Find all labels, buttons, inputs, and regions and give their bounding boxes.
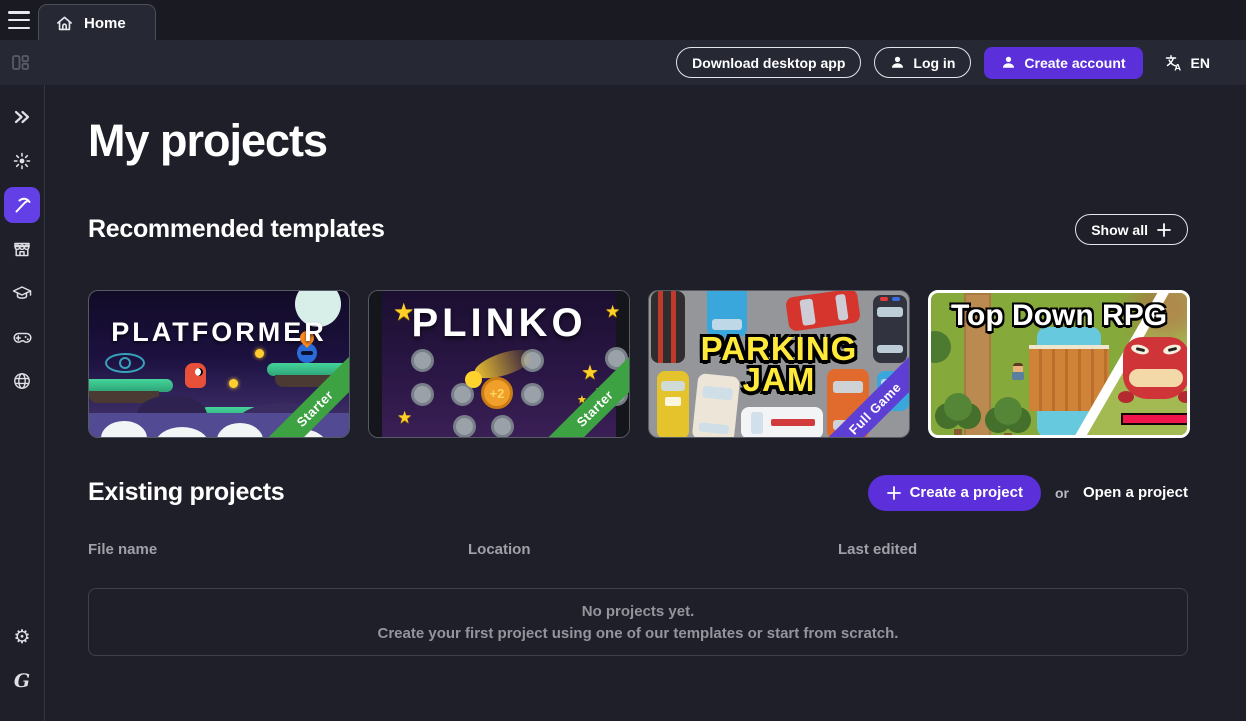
template-title: Top Down RPG	[931, 299, 1187, 333]
star-icon: ★	[397, 409, 412, 426]
projects-section-header: Existing projects Create a project or Op…	[88, 474, 1188, 511]
column-file-name: File name	[88, 541, 468, 558]
main-menu-icon[interactable]	[8, 11, 30, 29]
graduation-cap-icon	[12, 283, 32, 303]
tab-home[interactable]: Home	[38, 4, 156, 41]
projects-actions: Create a project or Open a project	[868, 475, 1188, 511]
gear-icon: ⚙	[13, 628, 30, 647]
peg	[411, 349, 434, 372]
peg	[521, 383, 544, 406]
sidebar-item-community[interactable]	[4, 363, 40, 399]
language-code: EN	[1191, 55, 1210, 71]
pickaxe-icon	[11, 194, 33, 216]
gdevelop-logo-icon: G	[14, 670, 30, 692]
peg	[491, 415, 514, 438]
open-project-link[interactable]: Open a project	[1083, 484, 1188, 501]
bonus-coin: +2	[481, 377, 513, 409]
main-content: My projects Recommended templates Show a…	[46, 85, 1246, 721]
peg	[411, 383, 434, 406]
neon-eye	[105, 353, 145, 373]
login-button-label: Log in	[913, 55, 955, 71]
plus-icon	[1156, 222, 1172, 238]
plus-icon	[886, 485, 902, 501]
sidebar-item-build[interactable]	[4, 187, 40, 223]
tree	[985, 397, 1031, 438]
create-project-button[interactable]: Create a project	[868, 475, 1041, 511]
health-bar	[1121, 413, 1190, 425]
spark-icon	[12, 151, 32, 171]
download-button-label: Download desktop app	[692, 55, 845, 71]
templates-heading: Recommended templates	[88, 215, 385, 244]
plinko-ball	[465, 371, 482, 388]
player-character	[1011, 363, 1025, 383]
coin	[255, 349, 264, 358]
expand-sidebar-button[interactable]	[4, 99, 40, 135]
existing-projects-heading: Existing projects	[88, 478, 284, 507]
show-all-label: Show all	[1091, 222, 1148, 238]
storefront-icon	[12, 239, 32, 259]
template-card-platformer[interactable]: PLATFORMER Starter	[88, 290, 350, 438]
empty-projects-placeholder: No projects yet. Create your first proje…	[88, 588, 1188, 656]
bush	[928, 331, 951, 363]
gdevelop-app: Home Download desktop app Log in	[0, 0, 1246, 721]
person-icon	[890, 55, 905, 70]
column-location: Location	[468, 541, 838, 558]
language-selector[interactable]: A EN	[1164, 53, 1210, 73]
sidebar-item-settings[interactable]: ⚙	[4, 619, 40, 655]
template-title: PARKING JAM	[649, 333, 909, 396]
layout-panels-icon[interactable]	[10, 52, 31, 73]
templates-section-header: Recommended templates Show all	[88, 211, 1188, 248]
or-text: or	[1055, 485, 1069, 501]
empty-state-line1: No projects yet.	[582, 603, 695, 620]
column-last-edited: Last edited	[838, 541, 1188, 558]
peg	[453, 415, 476, 438]
sidebar-item-shop[interactable]	[4, 231, 40, 267]
sidebar-item-about[interactable]: G	[4, 663, 40, 699]
template-title: PLINKO	[369, 301, 629, 346]
coin	[229, 379, 238, 388]
tab-home-label: Home	[84, 15, 126, 32]
car	[741, 407, 823, 438]
template-card-plinko[interactable]: +2 ★ ★ ★ ★ ★ ★ PLINKO Starter	[368, 290, 630, 438]
star-icon: ★	[581, 363, 599, 383]
home-icon	[55, 14, 74, 33]
create-account-button[interactable]: Create account	[984, 47, 1142, 79]
show-all-button[interactable]: Show all	[1075, 214, 1188, 245]
globe-icon	[12, 371, 32, 391]
download-desktop-app-button[interactable]: Download desktop app	[676, 47, 861, 78]
left-sidebar: ⚙ G	[0, 85, 45, 721]
template-title: PLATFORMER	[89, 317, 349, 348]
header-toolbar: Download desktop app Log in Create accou…	[0, 40, 1246, 85]
gamepad-icon	[12, 327, 33, 348]
car	[785, 290, 861, 332]
double-chevron-right-icon	[12, 107, 32, 127]
projects-table-header: File name Location Last edited	[88, 541, 1188, 558]
person-icon	[1001, 55, 1016, 70]
sidebar-item-play[interactable]	[4, 319, 40, 355]
tab-bar: Home	[0, 0, 1246, 40]
translate-icon: A	[1164, 53, 1184, 73]
page-title: My projects	[88, 115, 1188, 167]
create-project-label: Create a project	[910, 484, 1023, 501]
template-card-parking-jam[interactable]: PARKING JAM Full Game	[648, 290, 910, 438]
player-character	[185, 363, 206, 388]
sidebar-item-get-started[interactable]	[4, 143, 40, 179]
svg-text:A: A	[1174, 62, 1181, 73]
template-cards: PLATFORMER Starter +2 ★ ★	[88, 290, 1188, 438]
template-card-top-down-rpg[interactable]: Top Down RPG	[928, 290, 1190, 438]
login-button[interactable]: Log in	[874, 47, 971, 78]
sidebar-item-learn[interactable]	[4, 275, 40, 311]
toolbar-actions: Download desktop app Log in Create accou…	[676, 47, 1246, 79]
boss-monster	[1123, 337, 1189, 399]
tree	[935, 393, 981, 435]
empty-state-line2: Create your first project using one of o…	[378, 625, 899, 642]
create-account-label: Create account	[1024, 55, 1125, 71]
